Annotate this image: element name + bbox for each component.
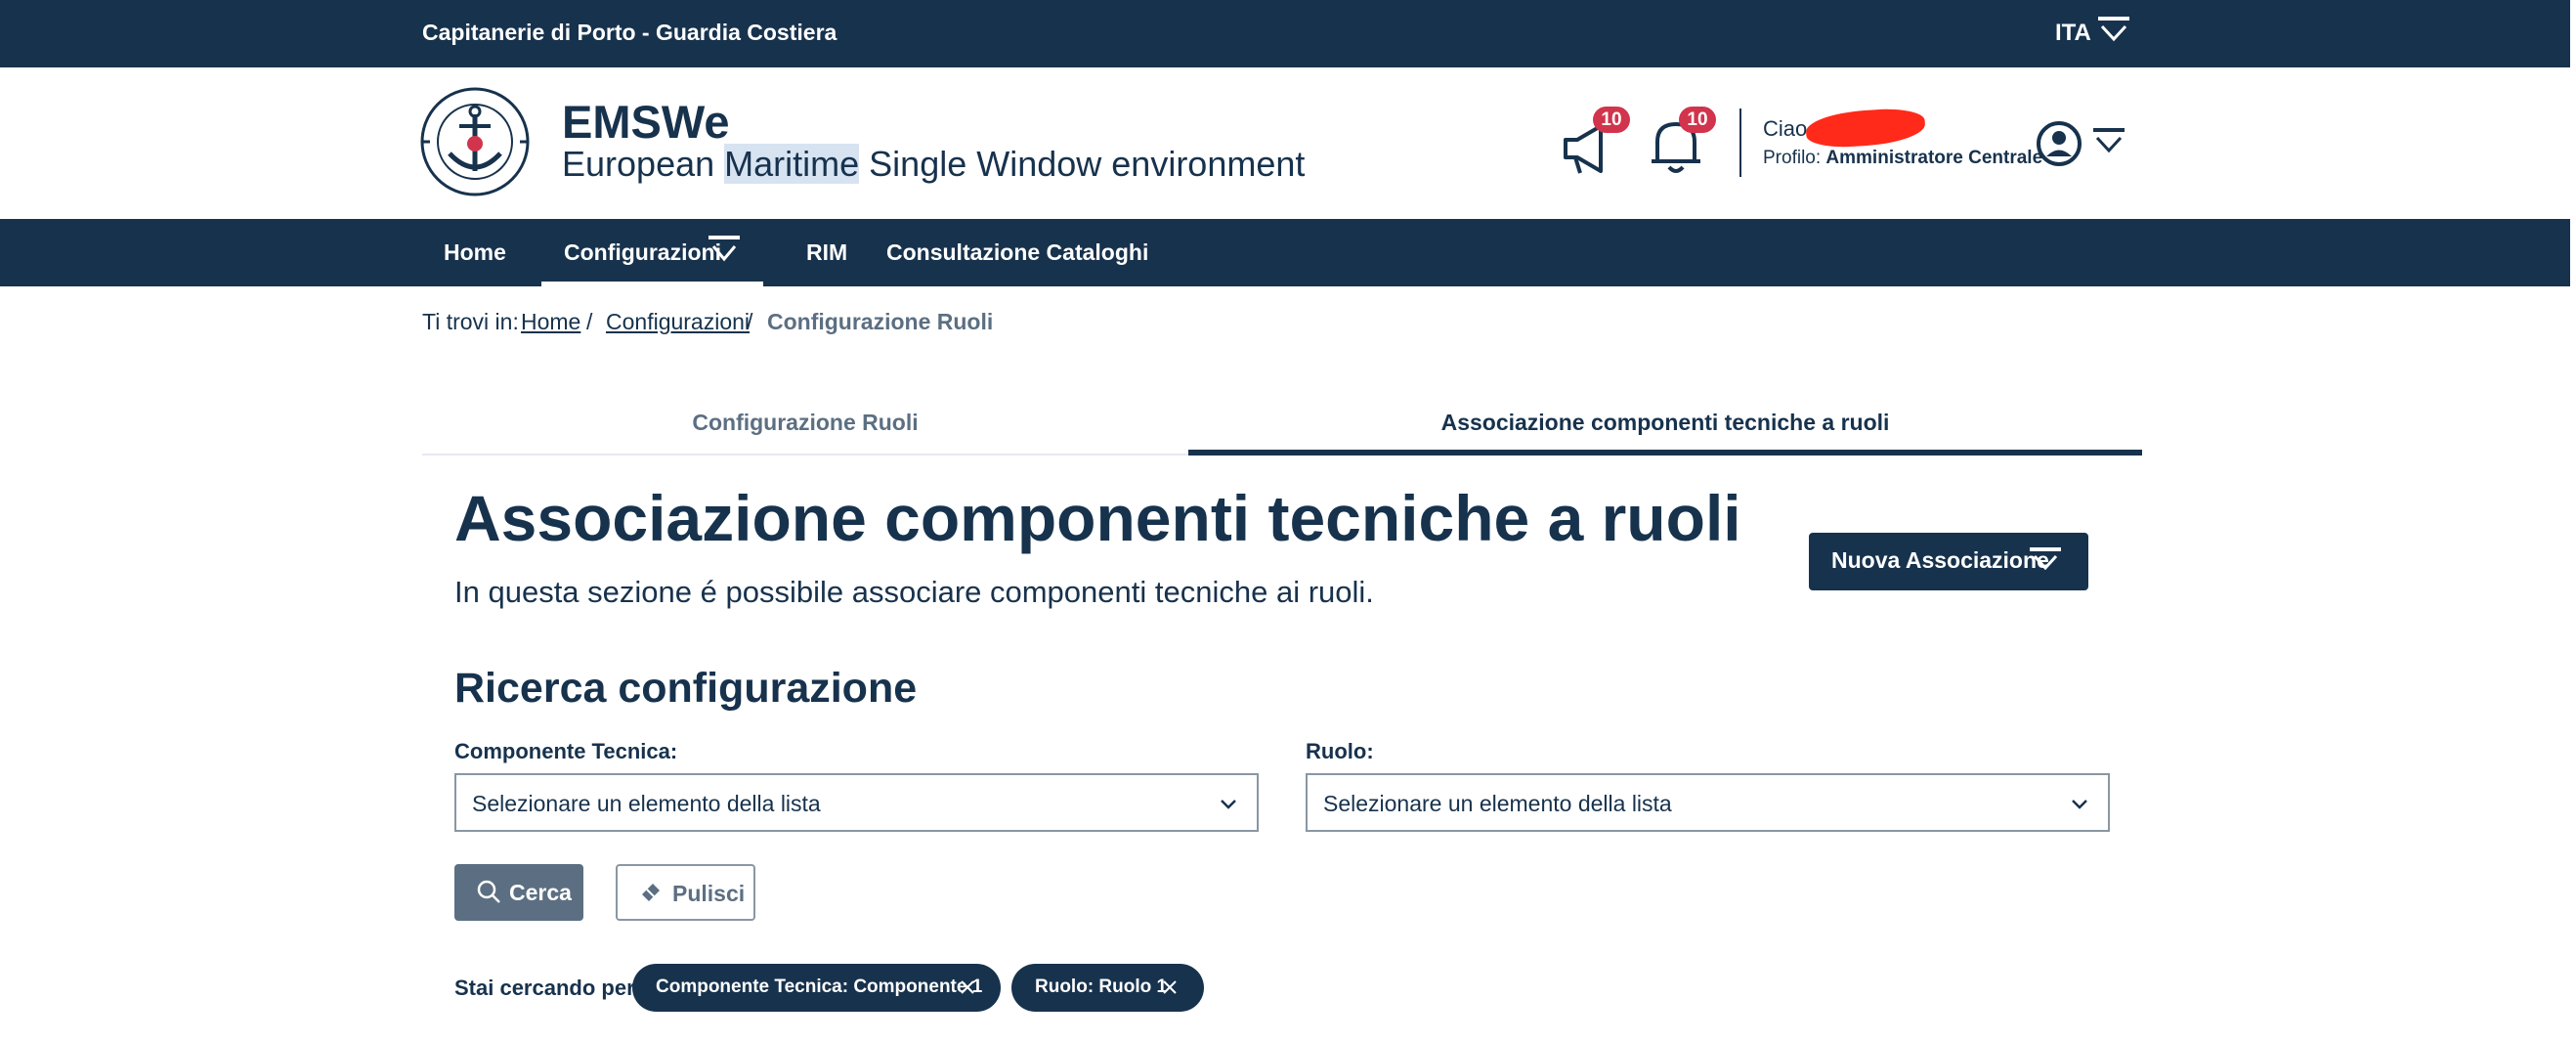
user-profile: Profilo: Amministratore Centrale [1763, 148, 2042, 169]
search-icon [477, 880, 500, 903]
nav-consultazione-cataloghi[interactable]: Consultazione Cataloghi [886, 219, 1148, 286]
breadcrumb-separator: / [747, 309, 753, 334]
component-select-value: Selezionare un elemento della lista [472, 791, 821, 816]
tab-configurazione-ruoli[interactable]: Configurazione Ruoli [422, 395, 1188, 456]
redacted-username [1804, 106, 1927, 151]
announcements-badge: 10 [1593, 107, 1630, 133]
filter-chip-label: Componente Tecnica: Componente 1 [656, 977, 983, 997]
breadcrumb-configurazioni[interactable]: Configurazioni [606, 309, 750, 335]
header-divider [1739, 109, 1741, 177]
subtitle-part-1: European [562, 144, 725, 184]
coast-guard-logo-icon[interactable] [418, 85, 532, 198]
new-association-label: Nuova Associazione [1831, 547, 2049, 573]
active-filters-label: Stai cercando per: [454, 976, 642, 1000]
component-select[interactable]: Selezionare un elemento della lista [454, 773, 1259, 832]
tab-bar: Configurazione Ruoli Associazione compon… [422, 395, 2142, 456]
new-association-button[interactable]: Nuova Associazione [1809, 533, 2088, 590]
filter-chip-role: Ruolo: Ruolo 1 [1011, 964, 1204, 1012]
role-label: Ruolo: [1306, 739, 1374, 763]
component-label: Componente Tecnica: [454, 739, 678, 763]
clear-button[interactable]: Pulisci [616, 864, 755, 921]
profile-label: Profilo: [1763, 148, 1822, 168]
chevron-down-icon [2072, 800, 2087, 809]
language-selector[interactable]: ITA [2055, 20, 2091, 47]
clear-button-label: Pulisci [672, 881, 746, 906]
chevron-down-icon [1221, 800, 1236, 809]
filter-chip-label: Ruolo: Ruolo 1 [1035, 977, 1168, 997]
role-select-value: Selezionare un elemento della lista [1323, 791, 1672, 816]
search-button-label: Cerca [509, 880, 572, 905]
chevron-down-icon[interactable] [2097, 16, 2130, 43]
page-title: Associazione componenti tecniche a ruoli [454, 482, 1741, 554]
chevron-down-icon[interactable] [2091, 126, 2126, 153]
tab-associazione-componenti[interactable]: Associazione componenti tecniche a ruoli [1188, 395, 2142, 456]
close-icon[interactable] [958, 977, 977, 997]
slim-header-brand[interactable]: Capitanerie di Porto - Guardia Costiera [422, 20, 837, 46]
page-description: In questa sezione é possibile associare … [454, 575, 1374, 609]
slim-header: Capitanerie di Porto - Guardia Costiera … [0, 0, 2570, 67]
alerts-badge: 10 [1679, 107, 1716, 133]
main-navbar: Home Configurazioni RIM Consultazione Ca… [0, 219, 2570, 286]
breadcrumb-current: Configurazione Ruoli [767, 309, 994, 334]
breadcrumb-home[interactable]: Home [521, 309, 580, 335]
nav-rim[interactable]: RIM [806, 219, 847, 286]
role-select[interactable]: Selezionare un elemento della lista [1306, 773, 2110, 832]
breadcrumb-prefix: Ti trovi in: [422, 309, 519, 334]
breadcrumb-separator: / [586, 309, 593, 334]
app-title[interactable]: EMSWe [562, 95, 730, 149]
subtitle-highlight: Maritime [724, 144, 860, 184]
search-button[interactable]: Cerca [454, 864, 583, 921]
user-avatar-icon[interactable] [2036, 120, 2082, 167]
chevron-down-icon [2030, 547, 2061, 571]
search-section-title: Ricerca configurazione [454, 665, 918, 712]
close-icon[interactable] [1160, 977, 1180, 997]
profile-value: Amministratore Centrale [1825, 148, 2043, 168]
filter-chip-component: Componente Tecnica: Componente 1 [632, 964, 1001, 1012]
eraser-icon [642, 884, 660, 901]
chevron-down-icon[interactable] [708, 235, 741, 264]
center-header: EMSWe European Maritime Single Window en… [0, 67, 2570, 219]
nav-home[interactable]: Home [444, 219, 506, 286]
app-subtitle: European Maritime Single Window environm… [562, 144, 1305, 185]
subtitle-part-2: Single Window environment [859, 144, 1306, 184]
